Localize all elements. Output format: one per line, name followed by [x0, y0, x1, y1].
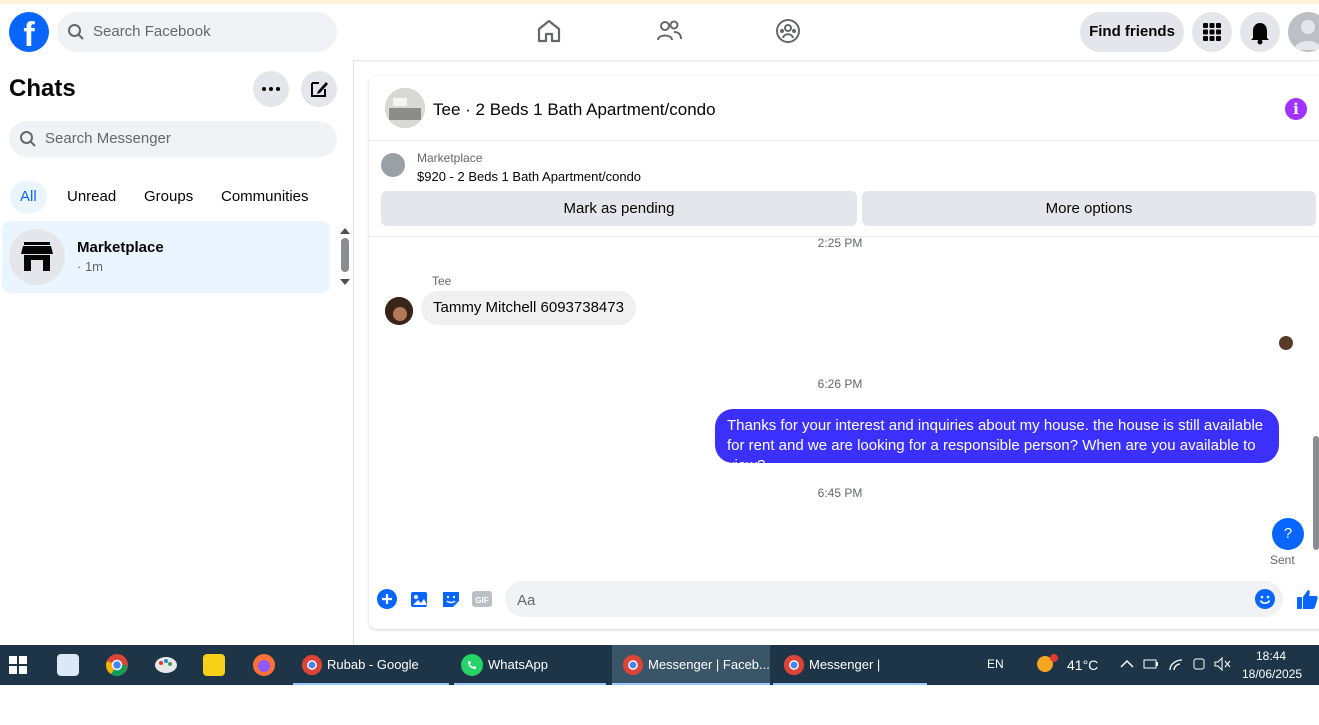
svg-text:GIF: GIF	[475, 596, 488, 605]
menu-button[interactable]	[1192, 12, 1232, 52]
sidebar-scrollbar[interactable]	[341, 238, 349, 272]
conversation-scrollbar[interactable]	[1313, 436, 1319, 550]
input-language[interactable]: EN	[987, 657, 1004, 671]
chrome-icon	[622, 654, 644, 676]
temperature[interactable]: 41°C	[1067, 657, 1098, 673]
taskbar-app-messenger-active[interactable]: Messenger | Faceb...	[612, 645, 770, 685]
chevron-up-icon[interactable]	[1120, 659, 1134, 669]
help-icon[interactable]: ?	[1272, 518, 1304, 550]
taskbar-app-label: Messenger | Faceb...	[648, 657, 770, 672]
search-placeholder: Search Messenger	[45, 130, 171, 147]
info-icon[interactable]: i	[1285, 98, 1307, 120]
new-message-button[interactable]	[301, 71, 337, 107]
emoji-icon[interactable]	[1255, 589, 1275, 609]
conversation-title: Tee · 2 Beds 1 Bath Apartment/condo	[433, 100, 716, 119]
cloud-sync-icon[interactable]	[1191, 656, 1207, 672]
sender-name: Tee	[432, 274, 452, 288]
timestamp: 2:25 PM	[817, 236, 863, 250]
menu-grid-icon	[1203, 23, 1221, 41]
clock-date[interactable]: 18/06/2025	[1242, 667, 1302, 681]
marketplace-label: Marketplace	[417, 151, 483, 165]
more-options-button[interactable]: More options	[862, 191, 1316, 226]
timestamp: 6:26 PM	[817, 377, 863, 391]
sender-avatar[interactable]	[385, 297, 413, 325]
gif-icon[interactable]: GIF	[472, 589, 492, 609]
search-icon	[20, 131, 36, 147]
conversation-panel: Tee · 2 Beds 1 Bath Apartment/condo i Ma…	[369, 76, 1319, 629]
tab-unread[interactable]: Unread	[67, 181, 116, 213]
volume-muted-icon[interactable]	[1213, 656, 1231, 672]
message-text-field[interactable]	[515, 581, 1219, 619]
seen-avatar	[1279, 336, 1293, 350]
clock-time[interactable]: 18:44	[1256, 649, 1286, 663]
search-placeholder: Search Facebook	[93, 23, 211, 40]
taskbar-app-label: Rubab - Google Sh...	[327, 657, 419, 712]
chat-time: · 1m	[77, 259, 103, 274]
messenger-search-input[interactable]: Search Messenger	[9, 121, 337, 157]
taskbar-app-label: WhatsApp	[488, 657, 548, 672]
weather-icon[interactable]	[1035, 653, 1059, 675]
chat-name: Marketplace	[77, 239, 164, 256]
chrome-icon[interactable]	[105, 653, 129, 677]
tab-groups[interactable]: Groups	[144, 181, 193, 213]
taskbar-app-messenger[interactable]: Messenger | Faceb...	[773, 645, 927, 712]
friends-icon[interactable]	[655, 17, 683, 45]
sticker-icon[interactable]	[441, 589, 461, 609]
sent-status: Sent	[1270, 553, 1295, 567]
home-icon[interactable]	[535, 17, 563, 45]
mark-as-pending-button[interactable]: Mark as pending	[381, 191, 857, 226]
tab-all[interactable]: All	[10, 181, 47, 213]
taskbar-app-whatsapp[interactable]: WhatsApp	[454, 645, 606, 685]
notifications-button[interactable]	[1240, 12, 1280, 52]
outgoing-message-bubble[interactable]: Thanks for your interest and inquiries a…	[715, 409, 1279, 474]
sticky-notes-icon[interactable]	[203, 654, 225, 676]
chat-list-item[interactable]: Marketplace · 1m	[2, 221, 330, 293]
add-icon[interactable]	[377, 589, 397, 609]
chat-options-button[interactable]	[253, 71, 289, 107]
find-friends-button[interactable]: Find friends	[1080, 12, 1184, 52]
search-icon	[68, 24, 84, 40]
like-thumb-icon[interactable]	[1295, 587, 1319, 611]
photo-icon[interactable]	[410, 589, 430, 609]
chrome-icon	[301, 654, 323, 676]
battery-icon[interactable]	[1143, 657, 1159, 671]
message-composer: GIF	[369, 573, 1319, 625]
timestamp: 6:45 PM	[817, 486, 863, 500]
firefox-icon[interactable]	[252, 653, 276, 677]
groups-icon[interactable]	[774, 17, 802, 45]
chrome-icon	[783, 654, 805, 676]
listing-price-title[interactable]: $920 - 2 Beds 1 Bath Apartment/condo	[417, 169, 641, 184]
tab-communities[interactable]: Communities	[221, 181, 309, 213]
more-dots-icon	[262, 87, 280, 91]
listing-thumbnail-small[interactable]	[381, 153, 405, 177]
bell-icon	[1251, 23, 1269, 45]
chats-title: Chats	[9, 75, 76, 102]
conversation-header: Tee · 2 Beds 1 Bath Apartment/condo i	[369, 76, 1319, 141]
windows-start-icon[interactable]	[9, 656, 27, 674]
facebook-logo-icon[interactable]: f	[9, 12, 49, 52]
whatsapp-icon	[461, 654, 483, 676]
facebook-search-input[interactable]: Search Facebook	[57, 12, 337, 52]
listing-thumbnail[interactable]	[385, 88, 425, 128]
file-explorer-icon[interactable]	[57, 654, 79, 676]
wifi-icon[interactable]	[1168, 656, 1184, 672]
incoming-message-bubble[interactable]: Tammy Mitchell 6093738473	[421, 291, 636, 325]
compose-icon	[311, 82, 328, 97]
taskbar-app-label: Messenger | Faceb...	[809, 657, 881, 712]
scroll-up-arrow-icon[interactable]	[340, 226, 350, 234]
marketplace-store-icon	[9, 229, 65, 285]
scroll-down-arrow-icon[interactable]	[340, 279, 350, 287]
message-input[interactable]	[505, 581, 1283, 619]
paint-icon[interactable]	[154, 653, 178, 677]
taskbar-app-google-sheets[interactable]: Rubab - Google Sh...	[293, 645, 449, 712]
